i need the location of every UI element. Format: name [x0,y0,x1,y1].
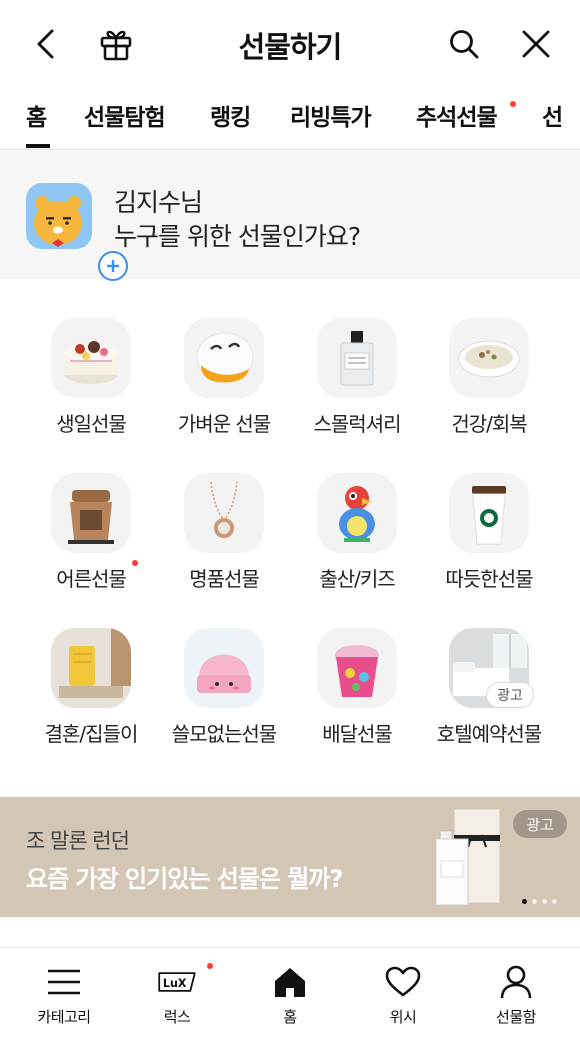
category-label: 따듯한선물 [445,567,534,591]
close-button[interactable] [514,22,558,66]
ice-cream-icon [317,628,397,708]
category-useless-gift[interactable]: 쓸모없는선물 [159,628,289,758]
nav-label: 럭스 [163,1008,191,1026]
category-label: 출산/키즈 [319,567,395,591]
carousel-dot [542,899,547,904]
category-health[interactable]: 건강/회복 [424,318,554,448]
menu-icon [44,964,84,1000]
perfume-icon [317,318,397,398]
tab-more[interactable]: 선 [542,98,563,132]
category-label: 호텔예약선물 [436,722,542,746]
category-senior-gift[interactable]: 어른선물 [26,473,156,603]
coffee-machine-icon [51,473,131,553]
banner-headline: 요즘 가장 인기있는 선물은 뭘까? [26,865,343,893]
nav-gift-box[interactable]: 선물함 [458,948,574,1040]
category-delivery-gift[interactable]: 배달선물 [292,628,422,758]
user-name: 김지수님 [114,188,203,217]
ryan-character-icon [34,196,82,247]
category-label: 건강/회복 [451,412,527,436]
page-title: 선물하기 [238,30,343,64]
category-label: 결혼/집들이 [44,722,139,746]
nav-lux[interactable]: LuX 럭스 [119,948,235,1040]
tab-gift-explore[interactable]: 선물탐험 [84,98,166,132]
active-tab-indicator [26,144,50,148]
ad-badge: 광고 [513,810,567,838]
new-badge-dot [510,101,516,107]
plus-icon [107,260,119,272]
nav-label: 홈 [283,1008,297,1026]
category-label: 가벼운 선물 [177,412,271,436]
home-icon [270,964,310,1000]
tab-living-deal[interactable]: 리빙특가 [290,98,372,132]
new-badge-dot [207,963,213,969]
recipient-question: 누구를 위한 선물인가요? [114,222,361,251]
bottom-navigation: 카테고리 LuX 럭스 홈 위시 선물함 [0,947,580,1040]
search-button[interactable] [442,22,486,66]
person-icon [496,964,536,1000]
nav-category[interactable]: 카테고리 [6,948,122,1040]
nav-label: 위시 [389,1008,417,1026]
category-label: 어른선물 [56,567,127,591]
category-warm-gift[interactable]: 따듯한선물 [424,473,554,603]
category-tabs: 홈 선물탐험 랭킹 리빙특가 추석선물 선 [0,88,580,150]
carousel-dot [552,899,557,904]
search-icon [450,30,479,59]
category-label: 명품선물 [189,567,260,591]
duck-cushion-icon [184,318,264,398]
category-label: 생일선물 [56,412,127,436]
nav-label: 선물함 [496,1008,536,1026]
nav-label: 카테고리 [37,1008,91,1026]
carousel-dot [532,899,537,904]
promo-banner[interactable]: 조 말론 런던 요즘 가장 인기있는 선물은 뭘까? 광고 [0,797,580,917]
carousel-indicator [522,899,557,904]
ad-badge: 광고 [486,682,534,708]
banner-brand: 조 말론 런던 [26,829,130,853]
avatar[interactable] [26,183,128,281]
category-hotel-reservation[interactable]: 광고 호텔예약선물 [424,628,554,758]
heart-icon [383,964,423,1000]
category-birthday[interactable]: 생일선물 [26,318,156,448]
category-small-luxury[interactable]: 스몰럭셔리 [292,318,422,448]
tab-chuseok-gift[interactable]: 추석선물 [416,98,498,132]
category-label: 배달선물 [322,722,393,746]
category-label: 스몰럭셔리 [313,412,402,436]
carousel-dot [522,899,527,904]
category-label: 쓸모없는선물 [171,722,277,746]
lamp-icon [51,628,131,708]
svg-text:LuX: LuX [163,977,187,990]
tab-home[interactable]: 홈 [26,98,47,132]
perfume-box-icon [435,808,501,906]
birthday-cake-icon [51,318,131,398]
tab-ranking[interactable]: 랭킹 [210,98,251,132]
necklace-icon [184,473,264,553]
coffee-cup-icon [449,473,529,553]
add-recipient-button[interactable] [98,251,128,281]
category-luxury-gift[interactable]: 명품선물 [159,473,289,603]
porridge-icon [449,318,529,398]
toy-parrot-icon [317,473,397,553]
recipient-prompt[interactable]: 김지수님 누구를 위한 선물인가요? [0,151,580,281]
lux-icon: LuX [157,964,197,1000]
pink-beanie-icon [184,628,264,708]
nav-wish[interactable]: 위시 [345,948,461,1040]
category-wedding-housewarming[interactable]: 결혼/집들이 [26,628,156,758]
category-light-gift[interactable]: 가벼운 선물 [159,318,289,448]
close-icon [522,30,550,58]
category-baby-kids[interactable]: 출산/키즈 [292,473,422,603]
header: 선물하기 [0,0,580,88]
nav-home[interactable]: 홈 [232,948,348,1040]
